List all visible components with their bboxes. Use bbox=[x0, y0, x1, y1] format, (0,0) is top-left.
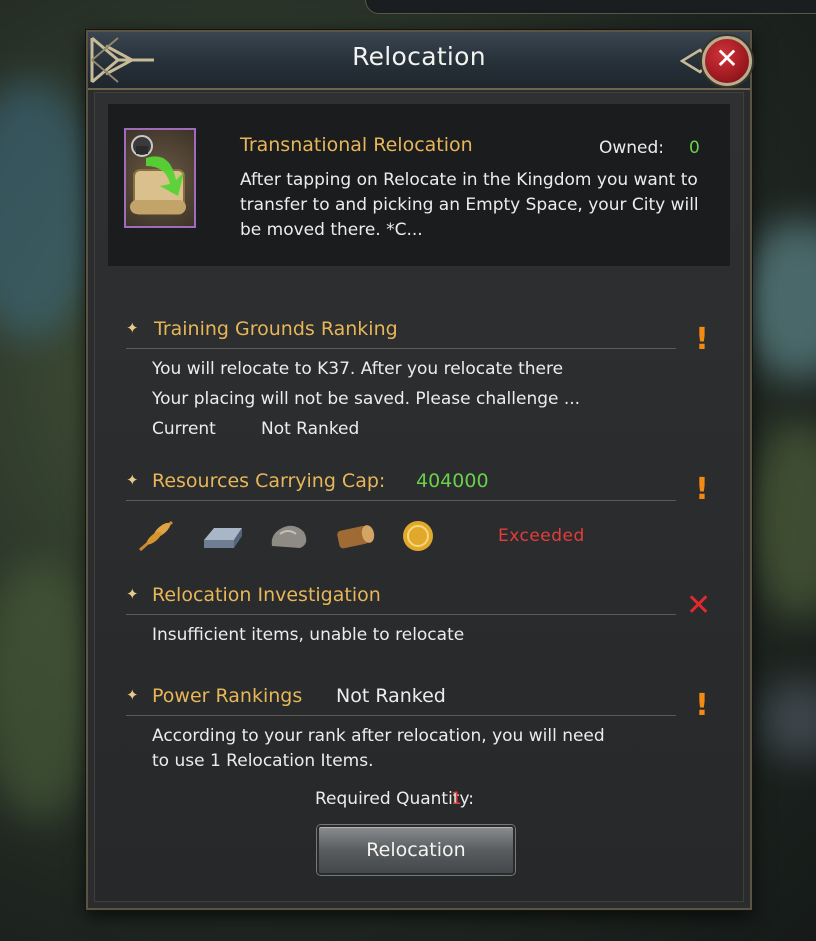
stone-icon bbox=[271, 525, 307, 548]
cap-status: Exceeded bbox=[498, 526, 585, 546]
star-bullet-icon: ✦ bbox=[126, 686, 139, 704]
item-name: Transnational Relocation bbox=[240, 134, 473, 156]
star-bullet-icon: ✦ bbox=[126, 319, 139, 337]
section-title: Power Rankings bbox=[152, 685, 303, 707]
section-text: Your placing will not be saved. Please c… bbox=[152, 389, 581, 409]
current-value: Not Ranked bbox=[261, 419, 360, 439]
star-bullet-icon: ✦ bbox=[126, 585, 139, 603]
close-button[interactable]: ✕ bbox=[702, 36, 752, 86]
background-field bbox=[750, 420, 816, 620]
section-title: Relocation Investigation bbox=[152, 584, 381, 606]
warning-icon: ! bbox=[695, 688, 709, 723]
section-text: to use 1 Relocation Items. bbox=[152, 751, 374, 771]
background-water bbox=[0, 80, 100, 340]
close-x-icon: ✕ bbox=[715, 42, 739, 75]
section-title: Resources Carrying Cap: bbox=[152, 470, 386, 492]
background-rock bbox=[760, 680, 816, 760]
background-field bbox=[0, 560, 100, 820]
owned-label: Owned: bbox=[599, 138, 665, 158]
dialog-title: Relocation bbox=[352, 42, 486, 71]
gold-coin-icon bbox=[403, 521, 433, 551]
section-title: Training Grounds Ranking bbox=[154, 318, 398, 340]
dialog-title-bar: Relocation ✕ bbox=[88, 32, 752, 90]
top-resource-bar bbox=[365, 0, 816, 14]
iron-ingot-icon bbox=[204, 528, 242, 548]
star-bullet-icon: ✦ bbox=[126, 471, 139, 489]
relocation-dialog: Relocation ✕ Transnational Relocation Ow… bbox=[86, 30, 752, 910]
power-rank-value: Not Ranked bbox=[336, 685, 446, 707]
current-label: Current bbox=[152, 419, 216, 439]
owned-value: 0 bbox=[689, 138, 700, 158]
warning-icon: ! bbox=[695, 322, 709, 357]
section-text: You will relocate to K37. After you relo… bbox=[152, 359, 564, 379]
fail-x-icon: ✕ bbox=[686, 588, 712, 623]
relocation-scroll-icon bbox=[124, 128, 196, 228]
section-text: Insufficient items, unable to relocate bbox=[152, 625, 465, 645]
warning-icon: ! bbox=[695, 472, 709, 507]
relocation-button[interactable]: Relocation bbox=[317, 825, 515, 875]
carrying-cap-value: 404000 bbox=[416, 470, 489, 492]
item-info-card: Transnational Relocation Owned: 0 After … bbox=[108, 104, 730, 266]
section-divider bbox=[126, 500, 676, 501]
section-divider bbox=[126, 614, 676, 615]
grain-icon bbox=[139, 520, 173, 552]
required-quantity-value: 1 bbox=[451, 789, 462, 809]
section-divider bbox=[126, 715, 676, 716]
section-divider bbox=[126, 348, 676, 349]
item-description: After tapping on Relocate in the Kingdom… bbox=[240, 170, 699, 240]
wood-log-icon bbox=[337, 525, 375, 549]
